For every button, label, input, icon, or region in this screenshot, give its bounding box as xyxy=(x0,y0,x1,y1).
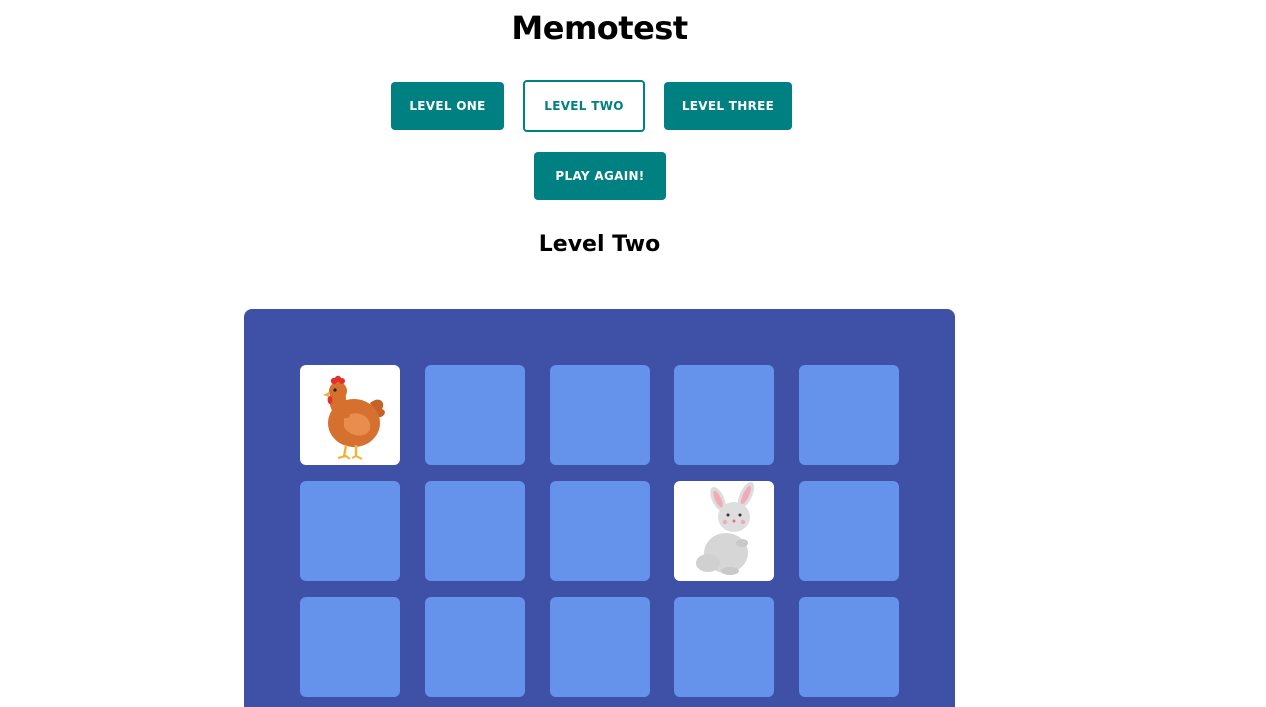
rabbit-icon xyxy=(696,482,755,575)
memory-card[interactable] xyxy=(799,597,899,697)
page-title: Memotest xyxy=(511,9,688,47)
memotest-page: Memotest LEVEL ONE LEVEL TWO LEVEL THREE… xyxy=(0,0,1266,707)
memory-card[interactable] xyxy=(550,365,650,465)
memory-card[interactable] xyxy=(300,481,400,581)
level-one-button[interactable]: LEVEL ONE xyxy=(391,82,504,130)
memory-card[interactable] xyxy=(425,597,525,697)
memory-card[interactable] xyxy=(425,365,525,465)
level-two-button[interactable]: LEVEL TWO xyxy=(523,80,645,132)
memory-card[interactable] xyxy=(674,597,774,697)
memory-card-revealed[interactable] xyxy=(674,481,774,581)
play-again-button[interactable]: PLAY AGAIN! xyxy=(534,152,666,200)
memory-card[interactable] xyxy=(550,481,650,581)
level-three-button[interactable]: LEVEL THREE xyxy=(664,82,792,130)
level-title: Level Two xyxy=(538,232,661,257)
game-board xyxy=(244,309,955,707)
memory-card[interactable] xyxy=(799,365,899,465)
memory-card[interactable] xyxy=(300,597,400,697)
memory-card[interactable] xyxy=(550,597,650,697)
memory-card[interactable] xyxy=(674,365,774,465)
memory-card[interactable] xyxy=(425,481,525,581)
memory-card-revealed[interactable] xyxy=(300,365,400,465)
memory-card[interactable] xyxy=(799,481,899,581)
chicken-icon xyxy=(323,375,385,460)
